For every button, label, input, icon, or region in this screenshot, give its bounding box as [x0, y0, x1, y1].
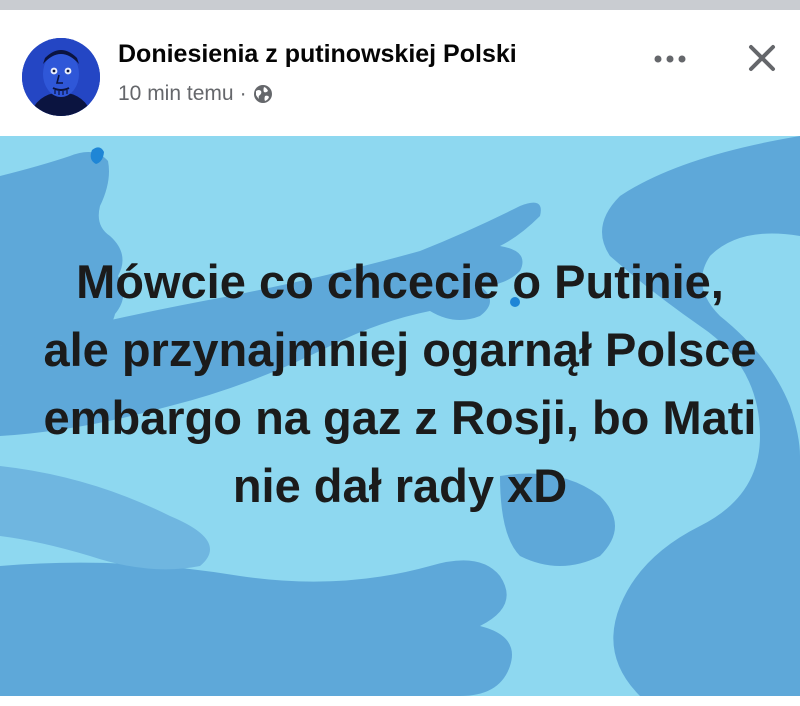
close-button[interactable] — [740, 36, 784, 80]
post-timestamp[interactable]: 10 min temu — [118, 82, 234, 106]
top-divider — [0, 0, 800, 10]
post-meta: 10 min temu · — [118, 82, 273, 106]
meta-separator: · — [239, 82, 247, 105]
post-image[interactable]: Mówcie co chcecie o Putinie, ale przynaj… — [0, 136, 800, 696]
page-name[interactable]: Doniesienia z putinowskiej Polski — [118, 40, 517, 69]
more-options-button[interactable] — [648, 44, 692, 74]
more-options-icon — [654, 55, 686, 63]
globe-icon — [253, 84, 273, 104]
post-image-text: Mówcie co chcecie o Putinie, ale przynaj… — [43, 255, 757, 512]
bottom-divider — [0, 696, 800, 706]
avatar[interactable] — [22, 38, 100, 116]
post-header: Doniesienia z putinowskiej Polski 10 min… — [0, 10, 800, 136]
close-icon — [749, 45, 775, 71]
